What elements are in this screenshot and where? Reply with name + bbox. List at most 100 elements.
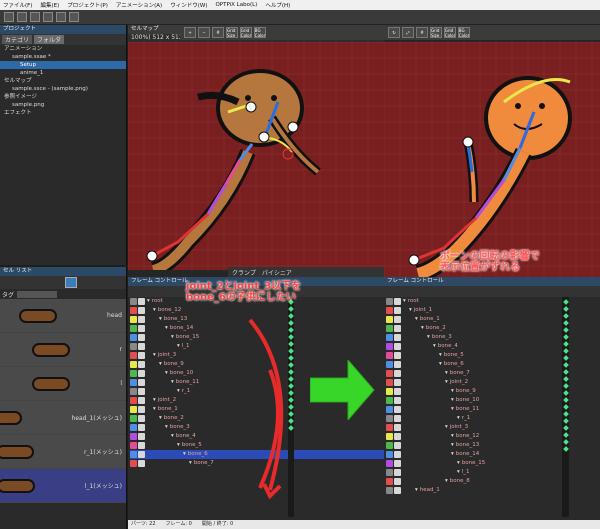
lock-icon[interactable] (394, 379, 401, 386)
lock-icon[interactable] (138, 460, 145, 467)
lock-icon[interactable] (394, 352, 401, 359)
lock-icon[interactable] (138, 307, 145, 314)
cell-list-item[interactable]: l_1(メッシュ) (0, 469, 126, 503)
expand-chevron-icon[interactable]: ▾ (159, 315, 162, 324)
expand-chevron-icon[interactable]: ▾ (457, 468, 460, 477)
visibility-eye-icon[interactable] (130, 433, 137, 440)
lock-icon[interactable] (138, 415, 145, 422)
left-canvas[interactable] (128, 42, 384, 270)
expand-chevron-icon[interactable]: ▾ (445, 369, 448, 378)
visibility-eye-icon[interactable] (130, 352, 137, 359)
visibility-eye-icon[interactable] (130, 298, 137, 305)
visibility-eye-icon[interactable] (386, 415, 393, 422)
lock-icon[interactable] (394, 388, 401, 395)
visibility-eye-icon[interactable] (386, 370, 393, 377)
visibility-eye-icon[interactable] (386, 424, 393, 431)
visibility-eye-icon[interactable] (386, 361, 393, 368)
lock-icon[interactable] (394, 397, 401, 404)
expand-chevron-icon[interactable]: ▾ (433, 342, 436, 351)
pioneer-tab[interactable]: パイシニア (262, 268, 292, 277)
visibility-eye-icon[interactable] (386, 316, 393, 323)
visibility-eye-icon[interactable] (130, 379, 137, 386)
visibility-eye-icon[interactable] (130, 343, 137, 350)
lock-icon[interactable] (138, 370, 145, 377)
timeline-strip-right[interactable] (562, 297, 569, 517)
keyframe-diamond[interactable] (562, 390, 569, 396)
expand-chevron-icon[interactable]: ▾ (183, 450, 186, 459)
lock-icon[interactable] (138, 442, 145, 449)
lock-icon[interactable] (138, 298, 145, 305)
lock-icon[interactable] (138, 397, 145, 404)
save-all-icon[interactable] (43, 12, 53, 22)
keyframe-diamond[interactable] (562, 369, 569, 375)
cell-list-item[interactable]: r_1(メッシュ) (0, 435, 126, 469)
lock-icon[interactable] (394, 298, 401, 305)
visibility-eye-icon[interactable] (386, 343, 393, 350)
visibility-eye-icon[interactable] (130, 406, 137, 413)
expand-chevron-icon[interactable]: ▾ (451, 387, 454, 396)
visibility-eye-icon[interactable] (130, 361, 137, 368)
keyframe-diamond[interactable] (562, 439, 569, 445)
keyframe-diamond[interactable] (562, 362, 569, 368)
lock-icon[interactable] (138, 451, 145, 458)
project-tree-item[interactable]: アニメーション (0, 45, 126, 53)
visibility-eye-icon[interactable] (386, 307, 393, 314)
menu-item[interactable]: ファイル(F) (3, 1, 32, 9)
expand-chevron-icon[interactable]: ▾ (451, 396, 454, 405)
cell-list-item[interactable]: r (0, 333, 126, 367)
expand-chevron-icon[interactable]: ▾ (451, 432, 454, 441)
expand-chevron-icon[interactable]: ▾ (451, 405, 454, 414)
expand-chevron-icon[interactable]: ▾ (177, 387, 180, 396)
menu-item[interactable]: 編集(E) (40, 1, 59, 9)
lock-icon[interactable] (394, 343, 401, 350)
keyframe-diamond[interactable] (562, 404, 569, 410)
expand-chevron-icon[interactable]: ▾ (171, 378, 174, 387)
keyframe-diamond[interactable] (562, 446, 569, 452)
keyframe-diamond[interactable] (562, 411, 569, 417)
lock-icon[interactable] (394, 487, 401, 494)
lock-icon[interactable] (138, 316, 145, 323)
expand-chevron-icon[interactable]: ▾ (153, 396, 156, 405)
visibility-eye-icon[interactable] (386, 433, 393, 440)
menu-item[interactable]: ウィンドウ(W) (170, 1, 207, 9)
lock-icon[interactable] (138, 388, 145, 395)
expand-chevron-icon[interactable]: ▾ (445, 477, 448, 486)
keyframe-diamond[interactable] (562, 348, 569, 354)
grid-toggle-icon[interactable]: # (416, 27, 428, 38)
lock-icon[interactable] (138, 361, 145, 368)
lock-icon[interactable] (394, 415, 401, 422)
project-tree-item[interactable]: sample.ssae * (0, 53, 126, 61)
grid-toggle-icon[interactable]: # (212, 27, 224, 38)
visibility-eye-icon[interactable] (386, 487, 393, 494)
project-tree-item[interactable]: anime_1 (0, 69, 126, 77)
visibility-eye-icon[interactable] (386, 298, 393, 305)
expand-chevron-icon[interactable]: ▾ (177, 342, 180, 351)
visibility-eye-icon[interactable] (386, 379, 393, 386)
tag-filter[interactable] (17, 290, 58, 298)
expand-chevron-icon[interactable]: ▾ (147, 297, 150, 306)
lock-icon[interactable] (138, 379, 145, 386)
project-tree-item[interactable]: エフェクト (0, 109, 126, 117)
expand-chevron-icon[interactable]: ▾ (171, 432, 174, 441)
rotate-icon[interactable]: ↻ (388, 27, 400, 38)
cell-view-icon[interactable] (65, 277, 77, 288)
tab-category[interactable]: カテゴリ (2, 35, 33, 44)
visibility-eye-icon[interactable] (386, 352, 393, 359)
keyframe-diamond[interactable] (562, 313, 569, 319)
expand-chevron-icon[interactable]: ▾ (153, 306, 156, 315)
new-file-icon[interactable] (4, 12, 14, 22)
visibility-eye-icon[interactable] (130, 307, 137, 314)
cell-list-item[interactable]: l (0, 367, 126, 401)
expand-chevron-icon[interactable]: ▾ (165, 324, 168, 333)
visibility-eye-icon[interactable] (130, 415, 137, 422)
lock-icon[interactable] (138, 343, 145, 350)
lock-icon[interactable] (138, 334, 145, 341)
keyframe-diamond[interactable] (562, 320, 569, 326)
project-tree-item[interactable]: 参照イメージ (0, 93, 126, 101)
grid-color-button[interactable]: Grid Color (240, 27, 252, 38)
visibility-eye-icon[interactable] (130, 397, 137, 404)
bg-color-button[interactable]: BG Color (458, 27, 470, 38)
expand-chevron-icon[interactable]: ▾ (189, 459, 192, 468)
expand-chevron-icon[interactable]: ▾ (451, 450, 454, 459)
lock-icon[interactable] (394, 325, 401, 332)
